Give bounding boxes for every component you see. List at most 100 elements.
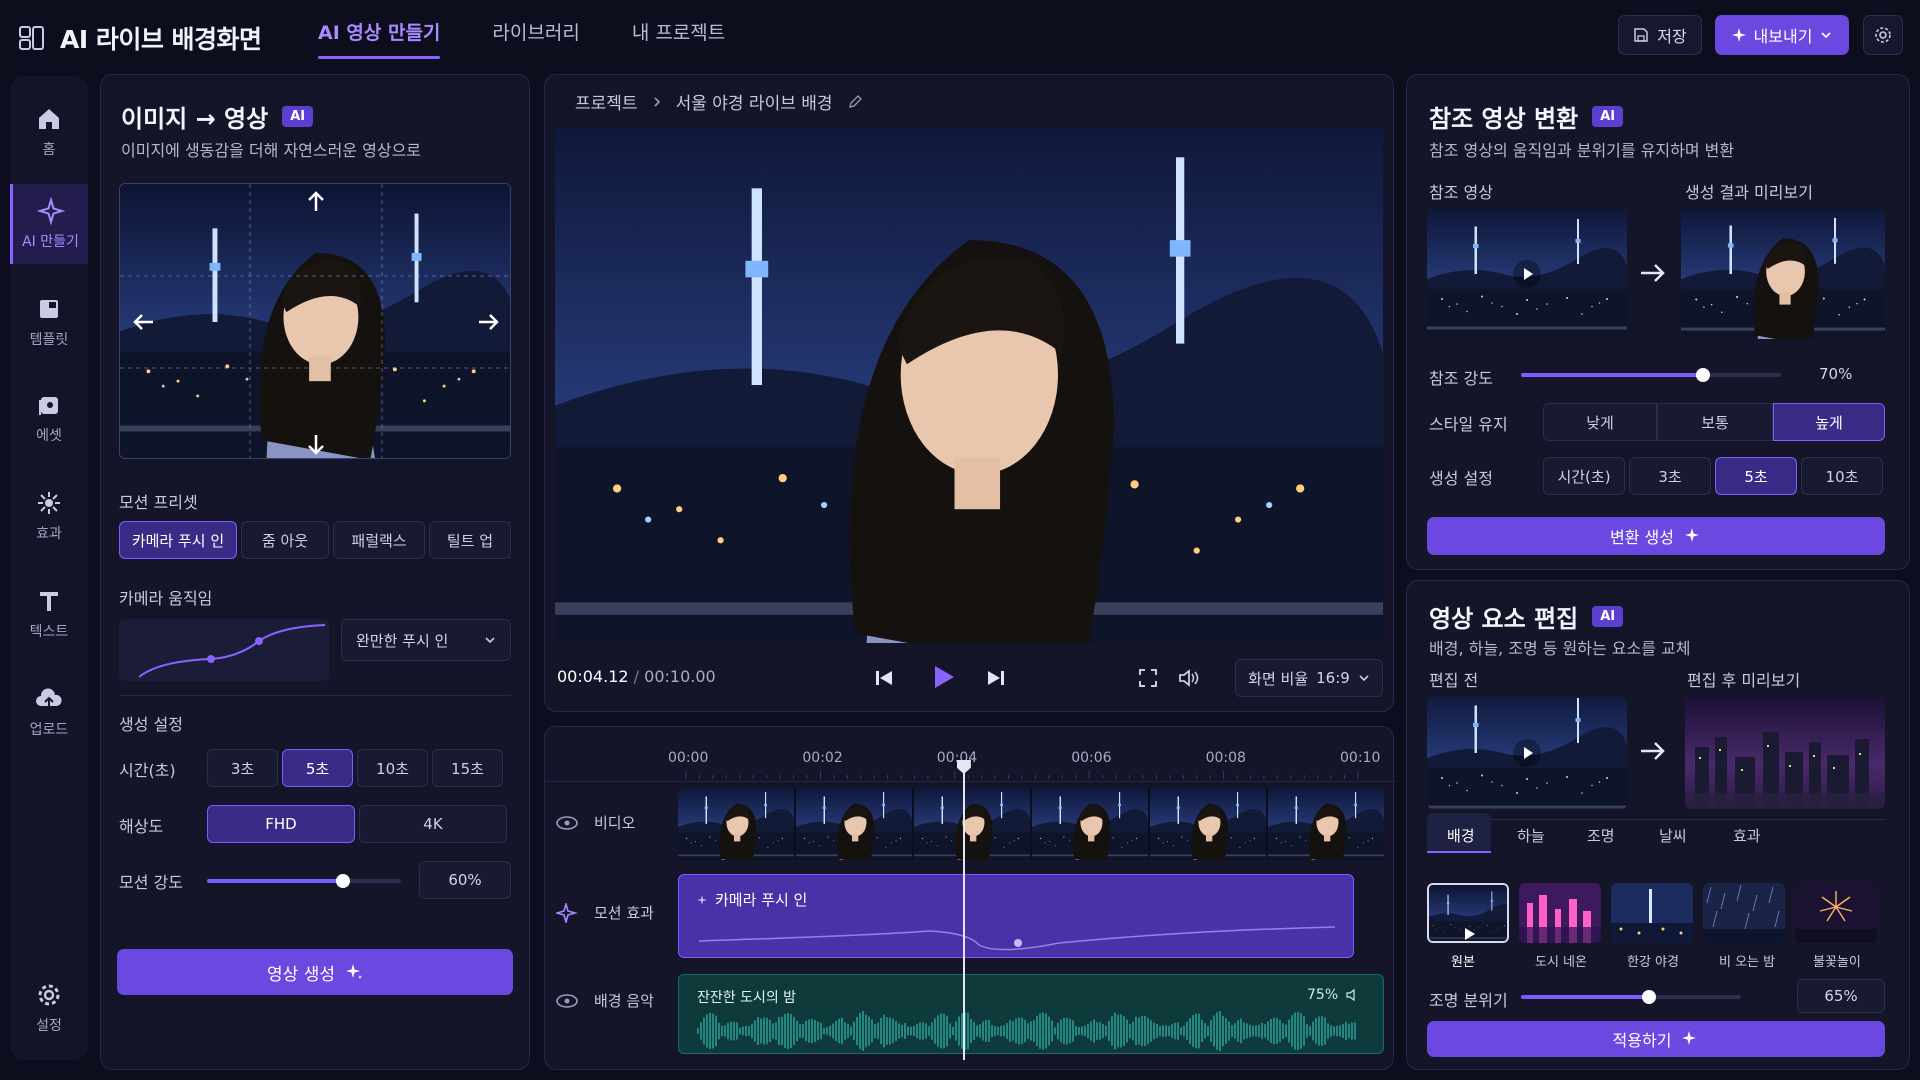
result-preview-thumb[interactable] xyxy=(1681,209,1885,339)
time-10s[interactable]: 10초 xyxy=(357,749,428,787)
edit-tab-background[interactable]: 배경 xyxy=(1447,825,1475,846)
track-header-video: 비디오 xyxy=(556,812,635,833)
arrow-left-icon[interactable] xyxy=(132,310,156,334)
time-label: 시간(초) xyxy=(119,761,176,780)
sparkle-icon xyxy=(345,964,362,979)
source-image[interactable] xyxy=(119,183,511,459)
after-thumb[interactable] xyxy=(1685,697,1885,809)
sidebar-item-settings[interactable]: 설정 xyxy=(10,968,88,1048)
eye-icon[interactable] xyxy=(556,993,578,1008)
play-icon[interactable] xyxy=(1513,739,1541,767)
option-label-neon: 도시 네온 xyxy=(1535,955,1587,970)
slider-knob[interactable] xyxy=(1696,368,1710,382)
sidebar-item-assets[interactable]: 에셋 xyxy=(10,378,88,458)
preset-tilt-up[interactable]: 틸트 업 xyxy=(429,521,511,559)
video-clip-track[interactable] xyxy=(678,788,1384,860)
slider-knob[interactable] xyxy=(1641,990,1656,1004)
generate-video-button[interactable]: 영상 생성 xyxy=(117,949,513,995)
time-5s[interactable]: 5초 xyxy=(282,749,353,787)
sidebar-item-home[interactable]: 홈 xyxy=(10,92,88,172)
sidebar-item-templates[interactable]: 템플릿 xyxy=(10,282,88,362)
before-thumb[interactable] xyxy=(1427,697,1627,809)
video-preview[interactable] xyxy=(555,127,1383,643)
tab-library[interactable]: 라이브러리 xyxy=(492,18,579,59)
edit-tab-effects[interactable]: 효과 xyxy=(1733,825,1761,846)
volume-icon[interactable] xyxy=(1177,667,1201,689)
motion-curve[interactable] xyxy=(119,619,329,681)
bg-option-fireworks[interactable] xyxy=(1795,883,1877,943)
ref-time-5s[interactable]: 5초 xyxy=(1715,457,1797,495)
tab-ai-video[interactable]: AI 영상 만들기 xyxy=(318,18,441,59)
sidebar-item-ai-create[interactable]: AI 만들기 xyxy=(10,184,88,264)
skip-back-icon[interactable] xyxy=(873,667,895,689)
arrow-right-icon[interactable] xyxy=(476,310,500,334)
sparkle-icon[interactable] xyxy=(556,902,578,923)
apply-button[interactable]: 적용하기 xyxy=(1427,1021,1885,1057)
slider-knob[interactable] xyxy=(335,874,350,888)
save-button[interactable]: 저장 xyxy=(1618,15,1702,55)
total-time: 00:10.00 xyxy=(644,667,716,686)
edit-tab-weather[interactable]: 날씨 xyxy=(1659,825,1687,846)
preset-push-in[interactable]: 카메라 푸시 인 xyxy=(119,521,237,559)
edit-tab-lighting[interactable]: 조명 xyxy=(1587,825,1615,846)
after-label: 편집 후 미리보기 xyxy=(1687,671,1801,690)
track-label-motion: 모션 효과 xyxy=(594,904,654,922)
play-icon[interactable] xyxy=(1513,260,1541,288)
play-icon[interactable] xyxy=(929,663,957,691)
reference-video-thumb[interactable] xyxy=(1427,209,1627,339)
convert-generate-button[interactable]: 변환 생성 xyxy=(1427,517,1885,555)
arrow-right-icon xyxy=(1641,742,1665,760)
export-button[interactable]: 내보내기 xyxy=(1715,15,1849,55)
style-medium[interactable]: 보통 xyxy=(1657,403,1773,441)
sidebar-item-upload[interactable]: 업로드 xyxy=(10,672,88,752)
time-3s[interactable]: 3초 xyxy=(207,749,278,787)
arrow-down-icon[interactable] xyxy=(304,432,328,456)
camera-select[interactable]: 완만한 푸시 인 xyxy=(341,619,511,661)
aspect-ratio-select[interactable]: 화면 비율 16:9 xyxy=(1235,659,1383,697)
slider-fill xyxy=(1521,995,1649,999)
app-logo: AI 라이브 배경화면 xyxy=(18,20,262,56)
result-thumb-image xyxy=(1681,209,1885,339)
res-4k[interactable]: 4K xyxy=(359,805,507,843)
sidebar-item-text[interactable]: 텍스트 xyxy=(10,574,88,654)
style-low[interactable]: 낮게 xyxy=(1543,403,1657,441)
lighting-mood-value[interactable]: 65% xyxy=(1797,979,1885,1013)
breadcrumb-root[interactable]: 프로젝트 xyxy=(575,89,638,114)
time-15s[interactable]: 15초 xyxy=(432,749,503,787)
edit-pencil-icon[interactable] xyxy=(847,94,863,110)
motion-strength-value[interactable]: 60% xyxy=(419,861,511,899)
playhead[interactable] xyxy=(956,760,971,1060)
style-high[interactable]: 높게 xyxy=(1773,403,1885,441)
tabs-divider xyxy=(1427,819,1885,820)
motion-strength-slider[interactable] xyxy=(207,874,401,888)
ref-time-3s[interactable]: 3초 xyxy=(1629,457,1711,495)
fullscreen-icon[interactable] xyxy=(1137,667,1159,689)
bg-option-original[interactable] xyxy=(1427,883,1509,943)
music-volume[interactable]: 75% xyxy=(1307,987,1360,1003)
bg-option-neon[interactable] xyxy=(1519,883,1601,943)
grid-overlay xyxy=(120,184,510,458)
ref-time-10s[interactable]: 10초 xyxy=(1801,457,1883,495)
sparkle-icon xyxy=(1731,28,1746,42)
edit-tab-sky[interactable]: 하늘 xyxy=(1517,825,1545,846)
preset-zoom-out[interactable]: 줌 아웃 xyxy=(241,521,329,559)
settings-button[interactable] xyxy=(1863,15,1903,55)
lighting-mood-slider[interactable] xyxy=(1521,990,1741,1004)
eye-icon[interactable] xyxy=(556,815,578,830)
arrow-right-icon xyxy=(1641,264,1665,282)
res-fhd[interactable]: FHD xyxy=(207,805,355,843)
arrow-up-icon[interactable] xyxy=(304,190,328,214)
resolution-label: 해상도 xyxy=(119,817,164,836)
bg-option-rainy-night[interactable] xyxy=(1703,883,1785,943)
preset-parallax[interactable]: 패럴랙스 xyxy=(333,521,425,559)
filmstrip-frame xyxy=(1032,788,1148,860)
bg-option-han-river[interactable] xyxy=(1611,883,1693,943)
tab-my-projects[interactable]: 내 프로젝트 xyxy=(632,18,725,59)
sparkle-icon xyxy=(1682,1031,1697,1045)
text-icon xyxy=(40,592,58,611)
ref-strength-slider[interactable] xyxy=(1521,368,1781,382)
skip-forward-icon[interactable] xyxy=(985,667,1007,689)
motion-effect-clip[interactable]: 카메라 푸시 인 xyxy=(678,874,1354,958)
music-clip[interactable]: 잔잔한 도시의 밤 75% xyxy=(678,974,1384,1054)
sidebar-item-effects[interactable]: 효과 xyxy=(10,476,88,556)
